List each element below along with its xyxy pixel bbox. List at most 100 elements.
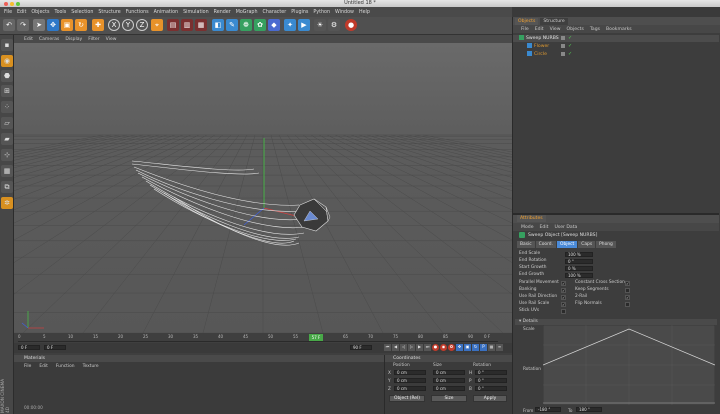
attr-field-end-rotation[interactable]: 0 ° [565,258,593,264]
render-view-icon[interactable]: ▤ [167,19,179,31]
size-x-field[interactable]: 0 cm [433,370,465,375]
cinema4d-icon[interactable]: ⚙ [328,19,340,31]
objects-menu-tags[interactable]: Tags [590,27,600,32]
attr-tab-phong[interactable]: Phong [596,241,616,248]
rotate-tool-icon[interactable]: ↻ [75,19,87,31]
menu-python[interactable]: Python [313,10,330,15]
autokey-icon[interactable]: ◉ [440,344,447,351]
frame-current-field[interactable]: 0 F [44,345,66,350]
visibility-toggle-icon[interactable] [561,36,565,40]
attr-field-end-scale[interactable]: 100 % [565,251,593,257]
menu-simulation[interactable]: Simulation [183,10,209,15]
workplane-icon[interactable]: ⊞ [1,85,13,97]
play-icon[interactable]: ▷ [408,344,415,351]
y-axis-icon[interactable]: Y [122,19,134,31]
viewport-menu-display[interactable]: Display [65,37,82,42]
axis-mode-icon[interactable]: ⊹ [1,149,13,161]
object-row[interactable]: Sweep NURBS ✓ [513,35,719,42]
materials-menu-edit[interactable]: Edit [39,364,48,369]
viewport-menu-filter[interactable]: Filter [88,37,99,42]
apply-button[interactable]: Apply [473,395,507,402]
attr-field-end-growth[interactable]: 100 % [565,272,593,278]
keyframe-selection-icon[interactable]: ❂ [448,344,455,351]
menu-window[interactable]: Window [335,10,354,15]
menu-objects[interactable]: Objects [31,10,49,15]
points-mode-icon[interactable]: ⁘ [1,101,13,113]
objects-menu-objects[interactable]: Objects [567,27,584,32]
size-mode-select[interactable]: Size [431,395,467,402]
close-window-button[interactable] [4,1,8,6]
menu-mograph[interactable]: MoGraph [236,10,258,15]
checkbox-keep-segments[interactable] [625,287,630,293]
objects-menu-file[interactable]: File [521,27,529,32]
play-backwards-icon[interactable]: ◁ [400,344,407,351]
attributes-menu-user-data[interactable]: User Data [554,225,577,230]
tab-attributes[interactable]: Attributes [517,215,546,222]
go-to-start-icon[interactable]: ⏮ [384,344,391,351]
attr-tab-basic[interactable]: Basic [517,241,535,248]
visibility-toggle-icon[interactable] [561,52,565,56]
checkbox-banking[interactable]: ✓ [561,287,566,293]
make-editable-icon[interactable]: ▪ [1,39,13,51]
checkbox-constant-cross-section[interactable]: ✓ [625,280,630,286]
minimize-window-button[interactable] [10,1,14,6]
menu-file[interactable]: File [4,10,12,15]
object-row[interactable]: Flower ✓ [513,43,719,50]
viewport-menu-edit[interactable]: Edit [24,37,33,42]
rotation-b-field[interactable]: 0 ° [475,386,507,391]
camera-icon[interactable]: ▶ [298,19,310,31]
enable-check-icon[interactable]: ✓ [568,35,572,42]
coordinate-system-icon[interactable]: ⌖ [151,19,163,31]
menu-selection[interactable]: Selection [71,10,93,15]
timeline[interactable]: 051015202530354045505560657075808590 57 … [14,333,512,355]
snap-settings-icon[interactable]: ✲ [1,197,13,209]
objects-menu-edit[interactable]: Edit [535,27,544,32]
z-axis-icon[interactable]: Z [136,19,148,31]
checkbox-use-rail-direction[interactable]: ✓ [561,294,566,300]
previous-key-icon[interactable]: ◀ [392,344,399,351]
timeline-menu-icon[interactable]: ≡ [496,344,503,351]
checkbox-flip-normals[interactable] [625,301,630,307]
visibility-toggle-icon[interactable] [561,44,565,48]
from-field[interactable]: -180 ° [535,407,561,412]
menu-animation[interactable]: Animation [154,10,178,15]
scene-icon[interactable]: ✦ [284,19,296,31]
menu-tools[interactable]: Tools [54,10,66,15]
scale-tool-icon[interactable]: ▣ [61,19,73,31]
attr-tab-object[interactable]: Object [556,241,578,248]
scale-spline-graph[interactable] [543,325,715,405]
texture-mode-icon[interactable]: ⬣ [1,70,13,82]
polygons-mode-icon[interactable]: ▰ [1,133,13,145]
tab-objects[interactable]: Objects [515,17,539,25]
menu-help[interactable]: Help [359,10,370,15]
enable-check-icon[interactable]: ✓ [568,51,572,58]
viewport-perspective[interactable]: Perspective [14,43,512,333]
size-z-field[interactable]: 0 cm [433,386,465,391]
deformer-icon[interactable]: ◆ [268,19,280,31]
menu-plugins[interactable]: Plugins [291,10,308,15]
menu-functions[interactable]: Functions [126,10,149,15]
materials-menu-file[interactable]: File [24,364,31,369]
enable-check-icon[interactable]: ✓ [568,43,572,50]
position-x-field[interactable]: 0 cm [394,370,426,375]
position-key-icon[interactable]: ✥ [456,344,463,351]
checkbox-parallel-movement[interactable]: ✓ [561,280,566,286]
position-z-field[interactable]: 0 cm [394,386,426,391]
model-mode-icon[interactable]: ◉ [1,55,13,67]
materials-menu-texture[interactable]: Texture [83,364,99,369]
light-icon[interactable]: ☀ [314,19,326,31]
materials-menu-function[interactable]: Function [56,364,75,369]
pla-key-icon[interactable]: ▦ [488,344,495,351]
render-region-icon[interactable]: ▥ [181,19,193,31]
menu-structure[interactable]: Structure [98,10,120,15]
rotation-h-field[interactable]: 0 ° [475,370,507,375]
to-field[interactable]: 180 ° [576,407,602,412]
attributes-menu-mode[interactable]: Mode [521,225,534,230]
selection-tool-icon[interactable]: ➤ [33,19,45,31]
tab-structure[interactable]: Structure [540,17,568,25]
object-row[interactable]: Circle ✓ [513,51,719,58]
checkbox-use-rail-scale[interactable]: ✓ [561,301,566,307]
attr-tab-coord[interactable]: Coord. [535,241,556,248]
viewport-menu-view[interactable]: View [106,37,117,42]
spline-pen-icon[interactable]: ✎ [226,19,238,31]
